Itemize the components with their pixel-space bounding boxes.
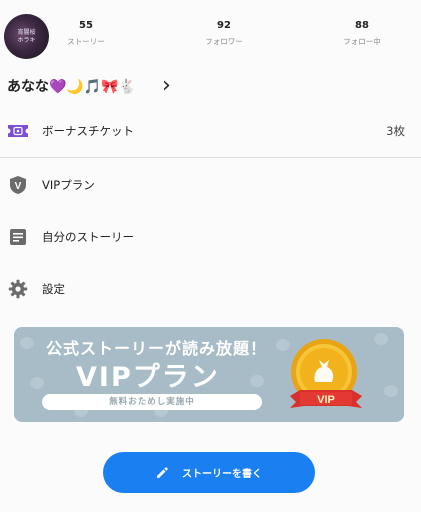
avatar-text-line1: 宵闇桜 [17, 28, 36, 36]
menu-item-bonus-ticket[interactable]: ボーナスチケット 3枚 [0, 105, 421, 157]
stat-following-count: 88 [355, 20, 369, 31]
stat-stories-label: ストーリー [67, 37, 105, 46]
menu-item-label: 設定 [42, 282, 65, 296]
paw-decoration [30, 377, 44, 389]
menu-item-label: 自分のストーリー [42, 230, 134, 244]
free-trial-pill: 無料おためし実施中 [42, 394, 262, 410]
stat-stories[interactable]: 55 ストーリー [46, 20, 126, 47]
pencil-icon [156, 466, 168, 479]
stat-followers-label: フォロワー [205, 37, 243, 46]
vip-shield-icon: V [7, 174, 29, 196]
banner-title: VIPプラン [76, 362, 220, 393]
stat-following[interactable]: 88 フォロー中 [322, 20, 402, 47]
chevron-right-icon: › [162, 73, 171, 98]
ticket-icon [7, 120, 29, 142]
stat-followers[interactable]: 92 フォロワー [184, 20, 264, 47]
menu-item-my-stories[interactable]: 自分のストーリー [0, 211, 421, 263]
paw-decoration [384, 385, 398, 397]
menu-item-label: VIPプラン [42, 178, 95, 192]
paw-decoration [250, 375, 264, 387]
ticket-count: 3枚 [386, 124, 405, 138]
document-icon [7, 226, 29, 248]
vip-medal-icon: VIP [290, 339, 362, 408]
write-story-button[interactable]: ストーリーを書く [103, 452, 315, 493]
stat-following-label: フォロー中 [343, 37, 381, 46]
menu-item-vip-plan[interactable]: V VIPプラン [0, 159, 421, 211]
stat-followers-count: 92 [217, 20, 231, 31]
username-row[interactable]: あなな💜🌙🎵🎀🐇 › [7, 73, 171, 98]
vip-promo-banner[interactable]: 公式ストーリーが読み放題！ VIPプラン 無料おためし実施中 VIP [14, 327, 404, 422]
gear-icon [7, 278, 29, 300]
menu-item-label: ボーナスチケット [42, 124, 134, 138]
paw-decoration [374, 333, 388, 345]
menu-item-settings[interactable]: 設定 [0, 263, 421, 315]
avatar-text-line2: ホラキ [17, 36, 36, 44]
write-story-label: ストーリーを書く [182, 469, 262, 480]
username: あなな💜🌙🎵🎀🐇 [7, 79, 137, 95]
svg-text:V: V [15, 181, 22, 192]
paw-decoration [20, 337, 34, 349]
divider [0, 157, 421, 158]
medal-label: VIP [317, 394, 335, 406]
stat-stories-count: 55 [79, 20, 93, 31]
avatar[interactable]: 宵闇桜 ホラキ [4, 14, 49, 59]
